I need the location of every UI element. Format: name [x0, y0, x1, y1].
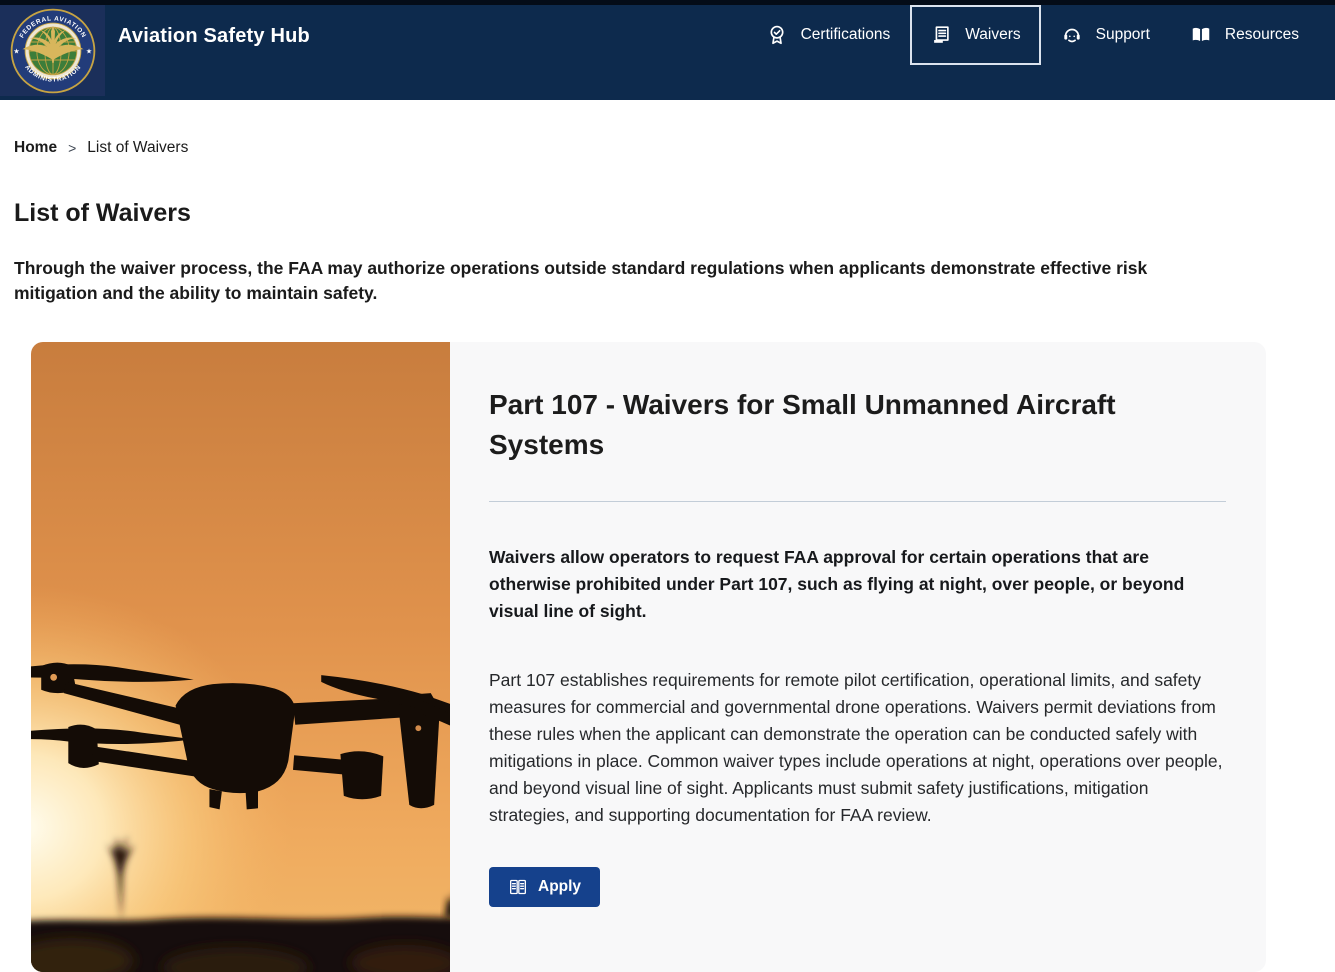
card-divider — [489, 501, 1226, 502]
seal-star-left: ★ — [13, 47, 19, 55]
faa-seal-logo[interactable]: FEDERAL AVIATION ADMINISTRATION ★ ★ — [0, 5, 105, 96]
nav-item-resources[interactable]: Resources — [1170, 5, 1319, 65]
breadcrumb: Home > List of Waivers — [14, 139, 1335, 157]
waiver-card-heading: Part 107 - Waivers for Small Unmanned Ai… — [489, 389, 1116, 460]
app-title: Aviation Safety Hub — [118, 25, 310, 47]
header-main: FEDERAL AVIATION ADMINISTRATION ★ ★ Avia… — [0, 5, 1335, 100]
document-icon — [930, 24, 952, 46]
page-main: Home > List of Waivers List of Waivers T… — [0, 139, 1335, 972]
page-title: List of Waivers — [14, 199, 191, 227]
drone-sunset-photo — [31, 342, 450, 972]
seal-star-right: ★ — [85, 47, 91, 55]
headset-icon — [1061, 24, 1083, 46]
breadcrumb-separator: > — [68, 140, 77, 156]
certificate-ribbon-icon — [766, 24, 788, 46]
nav-label-certifications: Certifications — [800, 26, 891, 43]
main-nav: Certifications Waivers Support Resources — [746, 5, 1319, 65]
nav-label-resources: Resources — [1224, 26, 1299, 43]
open-book-icon — [1190, 24, 1212, 46]
page-intro: Through the waiver process, the FAA may … — [14, 258, 1148, 303]
open-book-icon — [508, 877, 528, 897]
nav-item-support[interactable]: Support — [1041, 5, 1170, 65]
nav-item-certifications[interactable]: Certifications — [746, 5, 911, 65]
breadcrumb-current: List of Waivers — [87, 139, 189, 156]
nav-item-waivers[interactable]: Waivers — [910, 5, 1041, 65]
waiver-card: Part 107 - Waivers for Small Unmanned Ai… — [31, 342, 1266, 972]
waiver-card-lede: Waivers allow operators to request FAA a… — [489, 547, 1185, 621]
waiver-card-body: Part 107 establishes requirements for re… — [489, 670, 1223, 825]
nav-label-support: Support — [1095, 26, 1150, 43]
nav-label-waivers: Waivers — [965, 26, 1021, 43]
faa-seal-icon: FEDERAL AVIATION ADMINISTRATION ★ ★ — [10, 8, 95, 93]
app-header: FEDERAL AVIATION ADMINISTRATION ★ ★ Avia… — [0, 0, 1335, 100]
apply-button-label: Apply — [538, 878, 582, 895]
breadcrumb-home-link[interactable]: Home — [14, 139, 57, 157]
apply-button[interactable]: Apply — [489, 867, 601, 907]
waiver-card-content: Part 107 - Waivers for Small Unmanned Ai… — [450, 342, 1266, 972]
